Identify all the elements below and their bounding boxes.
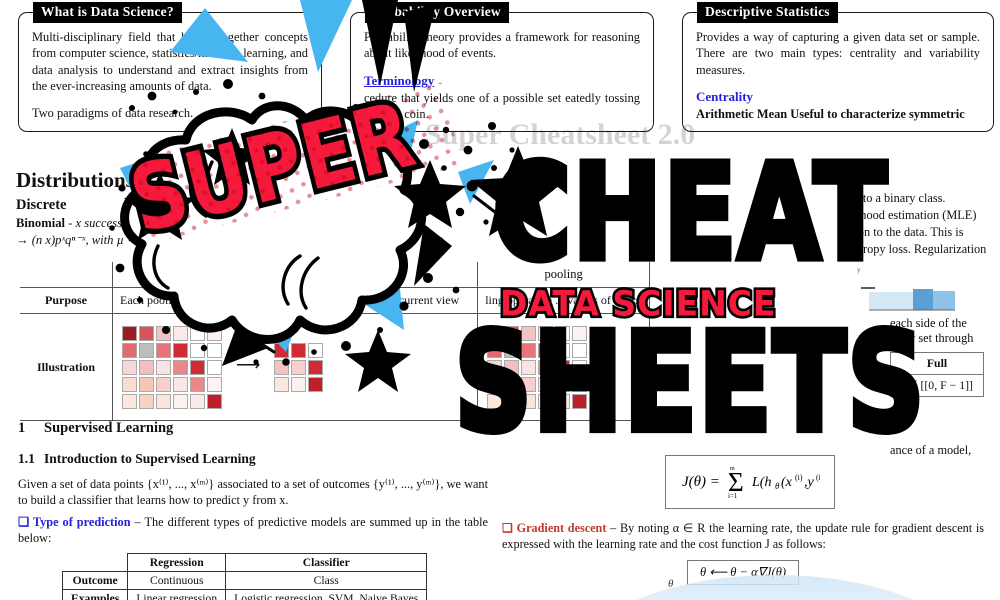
right-clipped-line: entropy loss. Regularization (848, 242, 987, 256)
cell-purpose-text-right: ling operation ... values of the c (477, 287, 650, 314)
binomial-label: Binomial (16, 216, 65, 230)
svg-text:(x: (x (781, 475, 793, 490)
col-header-max-pooling: Max pooling (111, 262, 479, 288)
supervised-learning-section: 1 Supervised Learning 1.1 Introduction to … (18, 420, 488, 600)
cost-function-formula: J(θ) = Σ i=1 m L(h θ (x (i) ,y (i) ) (665, 455, 835, 509)
panel-body: Provides a way of capturing a given data… (683, 13, 993, 141)
gradient-paragraph: ❏ Gradient descent – By noting α ∈ R the… (502, 520, 984, 552)
cheatsheet-collage: What is Data Science? Multi-disciplinary… (0, 0, 1000, 600)
bullet-paragraph: ❏ Type of prediction – The different typ… (18, 515, 488, 547)
heatmap-grid-large (120, 324, 224, 411)
svg-text:,y: ,y (804, 475, 815, 490)
row-label-outcome: Outcome (61, 570, 129, 590)
paragraph: Multi-disciplinary field that brings tog… (32, 30, 308, 94)
section-heading: 1 Supervised Learning (18, 420, 488, 437)
section-number: 1 (18, 420, 26, 436)
heatmap-grid-small (272, 341, 325, 394)
panel-probability-overview: Probability Overview Probability theory … (350, 2, 654, 132)
right-clipped-line-2: ically set through (888, 331, 974, 345)
distributions-subheading: Discrete (16, 197, 67, 213)
table-row: Examples Linear regression Logistic regr… (61, 588, 428, 600)
bullet-marker: ❏ (502, 521, 517, 535)
subsection-title: Introduction to Supervised Learning (44, 451, 256, 466)
svg-text:(i): (i) (816, 473, 820, 482)
right-clipped-line: tion to the data. This is (851, 225, 964, 239)
table-row: Regression Classifier (63, 552, 428, 572)
paragraph: Provides a way of capturing a given data… (696, 30, 980, 77)
right-clipped-line: s to a binary class. (855, 191, 946, 205)
panel-title: Probability Overview (365, 2, 509, 23)
table-row: Illustration ⟶ (20, 313, 650, 421)
col-header-regression: Regression (127, 552, 227, 572)
table-cell-empty (20, 262, 113, 288)
distributions-line-1: Binomial - x successes in n events (16, 215, 316, 232)
cell-examples-classifier: Logistic regression, SVM, Naive Bayes (225, 588, 428, 600)
pooling-table: Max pooling pooling Purpose Each pooling… (20, 262, 650, 421)
panel-title: What is Data Science? (33, 2, 182, 23)
paragraph: Two paradigms of data research. (32, 105, 194, 120)
row-label-purpose: Purpose (20, 287, 113, 314)
bullet-label: Type of prediction (32, 514, 131, 529)
col-header-full: Full (890, 352, 984, 375)
section-title: Supervised Learning (44, 420, 174, 436)
subheading-terminology: Terminology (364, 72, 435, 88)
cell-outcome-classifier: Class (225, 570, 428, 590)
gradient-label: Gradient descent (516, 521, 607, 535)
mini-chart-svg: y (857, 266, 955, 311)
svg-text:i=1: i=1 (728, 492, 738, 499)
paragraph: Probability theory provides a framework … (364, 30, 640, 61)
cost-formula-svg: J(θ) = Σ i=1 m L(h θ (x (i) ,y (i) ) (682, 466, 827, 500)
svg-text:(i): (i) (795, 473, 803, 482)
panel-body: Probability theory provides a framework … (351, 13, 653, 141)
binomial-desc: - x successes in n events (65, 216, 190, 230)
panel-body: Multi-disciplinary field that brings tog… (19, 13, 321, 139)
table-row: t ∈ [[0, F − 1]] (890, 374, 984, 397)
distributions-section: Distributions Discrete Binomial - x succ… (16, 168, 316, 249)
full-table: Full t ∈ [[0, F − 1]] (890, 352, 984, 397)
bowl-axis-label: θ (668, 578, 674, 590)
cell-full-range: t ∈ [[0, F − 1]] (890, 374, 984, 397)
cell-illustration-left: ⟶ (111, 313, 479, 421)
bullet-marker: ❏ (18, 514, 33, 529)
subheading-centrality: Centrality (696, 89, 754, 105)
col-header-classifier: Classifier (225, 552, 428, 572)
panel-descriptive-statistics: Descriptive Statistics Provides a way of… (682, 2, 994, 132)
panel-title: Descriptive Statistics (697, 2, 838, 23)
svg-text:m: m (730, 466, 735, 472)
table-row: Max pooling pooling (20, 262, 650, 288)
distributions-heading: Distributions (16, 168, 134, 192)
cell-examples-regression: Linear regression (127, 588, 227, 600)
cell-illustration-right (477, 313, 650, 421)
intro-paragraph: Given a set of data points {x⁽¹⁾, ..., x… (18, 477, 488, 507)
row-label-examples: Examples (61, 588, 129, 600)
prediction-type-table: Regression Classifier Outcome Continuous… (61, 552, 428, 600)
svg-text:y: y (857, 266, 861, 274)
right-clipped-line: elihood estimation (MLE) (848, 208, 977, 222)
table-row: Outcome Continuous Class (61, 570, 428, 590)
heatmap-grid-large-2 (485, 324, 589, 411)
row-label-illustration: Illustration (20, 313, 113, 421)
cell-purpose-text: Each pooling operation selects the maxim… (111, 287, 479, 314)
paragraph-clipped: Arithmetic Mean Useful to characterize s… (696, 107, 965, 122)
col-header-pooling: pooling (477, 262, 650, 288)
cell-empty (63, 553, 128, 571)
mini-bar-chart: y (855, 262, 975, 319)
svg-text:J(θ) =: J(θ) = (682, 474, 720, 490)
panel-what-is-data-science: What is Data Science? Multi-disciplinary… (18, 2, 322, 132)
cell-outcome-regression: Continuous (127, 570, 227, 590)
logo-cheat: CHEAT (490, 135, 890, 290)
table-row: Purpose Each pooling operation selects t… (20, 287, 650, 314)
subsection-number: 1.1 (18, 451, 35, 466)
cost-function-box: J(θ) = Σ i=1 m L(h θ (x (i) ,y (i) ) (665, 455, 835, 509)
paragraph-clipped: cedure that yields one of a possible set… (364, 90, 640, 122)
right-clipped-line-3: ance of a model, (890, 443, 972, 457)
table-row: Full (890, 352, 984, 375)
distributions-line-2: → (n x)pˣqⁿ⁻ˣ, with µ = np and σ (16, 233, 183, 247)
subsection-heading: 1.1 Introduction to Supervised Learning (18, 451, 488, 467)
arrow-icon: ⟶ (236, 354, 261, 374)
svg-text:θ: θ (775, 481, 780, 491)
svg-text:L(h: L(h (751, 475, 771, 490)
